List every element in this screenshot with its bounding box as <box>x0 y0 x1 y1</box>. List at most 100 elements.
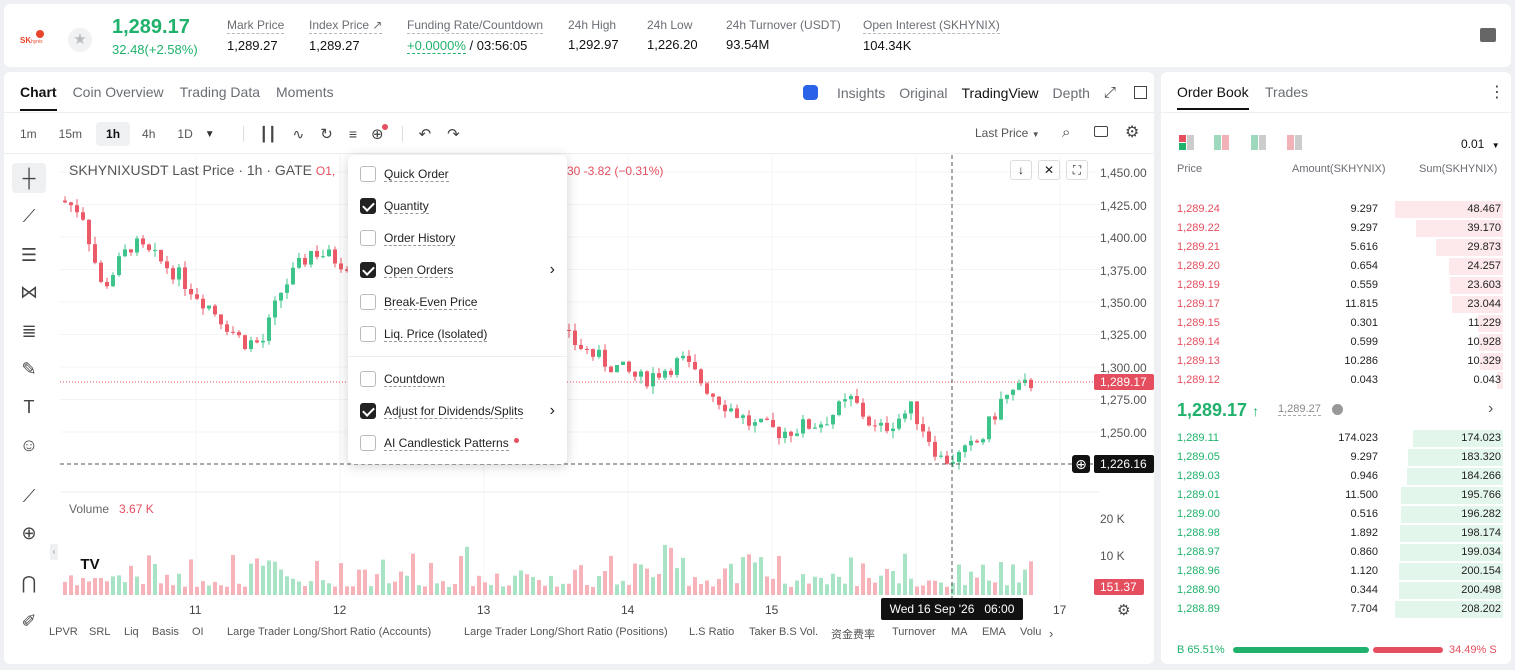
refresh-icon[interactable]: ↻ <box>320 125 333 143</box>
gear-icon[interactable]: ⚙ <box>1125 122 1139 142</box>
checkbox[interactable] <box>360 435 376 451</box>
chart-settings-icon[interactable]: ⚙ <box>1117 601 1130 619</box>
indicator-item[interactable]: Large Trader Long/Short Ratio (Positions… <box>464 626 668 638</box>
checkbox[interactable] <box>360 403 376 419</box>
window-icon[interactable] <box>1133 86 1147 99</box>
add-alert-icon[interactable]: ⊕ <box>1072 455 1090 473</box>
expand-icon[interactable]: ⤢ <box>1104 84 1116 101</box>
stat-mark-price[interactable]: Mark Price 1,289.27 <box>227 18 285 53</box>
indicator-item[interactable]: OI <box>192 626 204 638</box>
book-sell-icon[interactable] <box>1287 135 1303 150</box>
candlestick-chart[interactable] <box>60 155 1100 600</box>
stat-index-price[interactable]: Index Price ↗ 1,289.27 <box>309 18 383 53</box>
precision-select[interactable]: 0.01 ▼ <box>1461 137 1500 151</box>
orderbook-row[interactable]: 1,288.96 1.120 200.154 <box>1177 562 1503 581</box>
indicator-item[interactable]: L.S Ratio <box>689 626 734 638</box>
insights-button[interactable]: Insights <box>789 85 885 101</box>
crosshair-icon[interactable]: ┼ <box>12 163 46 193</box>
candle-type-icon[interactable]: ┃┃ <box>260 126 277 143</box>
orderbook-row[interactable]: 1,289.01 11.500 195.766 <box>1177 486 1503 505</box>
checkbox[interactable] <box>360 371 376 387</box>
indicator-item[interactable]: MA <box>951 626 968 638</box>
indicator-item[interactable]: LPVR <box>49 626 78 638</box>
fullscreen-icon[interactable]: ⛶ <box>1066 160 1088 180</box>
tab-trades[interactable]: Trades <box>1265 84 1308 100</box>
orderbook-row[interactable]: 1,289.05 9.297 183.320 <box>1177 448 1503 467</box>
tab-tradingview[interactable]: TradingView <box>962 85 1039 101</box>
favorite-star-icon[interactable]: ★ <box>68 28 92 52</box>
chevron-down-icon[interactable]: ▼ <box>205 129 215 140</box>
pencil-icon[interactable]: ✐ <box>12 606 46 636</box>
orderbook-row[interactable]: 1,288.97 0.860 199.034 <box>1177 543 1503 562</box>
menu-item[interactable]: Open Orders › <box>360 260 555 280</box>
menu-item[interactable]: Quantity <box>360 196 555 216</box>
trend-line-icon[interactable]: ⟋ <box>12 201 46 231</box>
scroll-down-icon[interactable]: ↓ <box>1010 160 1032 180</box>
checkbox[interactable] <box>360 166 376 182</box>
add-settings-icon[interactable]: ⊕ <box>371 124 388 143</box>
template-icon[interactable]: ≡ <box>349 126 357 142</box>
notebook-icon[interactable] <box>1480 28 1496 42</box>
brush-icon[interactable]: ✎ <box>12 354 46 384</box>
undo-icon[interactable]: ↶ <box>419 125 432 143</box>
collapse-icon[interactable]: ✕ <box>1038 160 1060 180</box>
orderbook-row[interactable]: 1,289.14 0.599 10.928 <box>1177 333 1503 352</box>
interval-15m[interactable]: 15m <box>51 122 90 146</box>
chevron-right-icon[interactable]: › <box>1488 400 1493 418</box>
orderbook-row[interactable]: 1,289.11 174.023 174.023 <box>1177 429 1503 448</box>
tab-trading-data[interactable]: Trading Data <box>180 84 260 100</box>
interval-1h[interactable]: 1h <box>96 122 131 146</box>
orderbook-row[interactable]: 1,289.21 5.616 29.873 <box>1177 238 1503 257</box>
redo-icon[interactable]: ↷ <box>447 125 460 143</box>
chevron-right-icon[interactable]: › <box>1049 626 1053 641</box>
fib-icon[interactable]: ≣ <box>12 316 46 346</box>
parallel-lines-icon[interactable]: ☰ <box>12 240 46 270</box>
orderbook-mark-price[interactable]: 1,289.27 <box>1278 403 1321 416</box>
menu-item[interactable]: Countdown <box>360 369 555 389</box>
indicator-item[interactable]: Taker B.S Vol. <box>749 626 818 638</box>
menu-item[interactable]: Liq. Price (Isolated) <box>360 324 555 344</box>
orderbook-row[interactable]: 1,289.19 0.559 23.603 <box>1177 276 1503 295</box>
indicator-item[interactable]: SRL <box>89 626 110 638</box>
stat-funding-rate[interactable]: Funding Rate/Countdown +0.0000% / 03:56:… <box>407 18 544 54</box>
indicator-item[interactable]: Basis <box>152 626 179 638</box>
indicator-item[interactable]: EMA <box>982 626 1006 638</box>
orderbook-row[interactable]: 1,288.90 0.344 200.498 <box>1177 581 1503 600</box>
ruler-icon[interactable]: ⟋ <box>12 481 46 511</box>
menu-item[interactable]: Adjust for Dividends/Splits › <box>360 401 555 421</box>
indicators-icon[interactable]: ∿ <box>293 126 305 143</box>
more-options-icon[interactable]: ⋮ <box>1489 82 1505 102</box>
tab-moments[interactable]: Moments <box>276 84 334 100</box>
tab-order-book[interactable]: Order Book <box>1177 84 1249 110</box>
price-type-select[interactable]: Last Price ▼ <box>975 126 1040 140</box>
menu-item[interactable]: Quick Order <box>360 164 555 184</box>
search-icon[interactable]: ⌕ <box>1062 124 1070 141</box>
tab-coin-overview[interactable]: Coin Overview <box>73 84 164 100</box>
checkbox[interactable] <box>360 326 376 342</box>
book-both-icon[interactable] <box>1179 135 1195 150</box>
orderbook-row[interactable]: 1,288.89 7.704 208.202 <box>1177 600 1503 619</box>
pattern-icon[interactable]: ⋈ <box>12 277 46 307</box>
tab-chart[interactable]: Chart <box>20 84 57 111</box>
orderbook-row[interactable]: 1,289.20 0.654 24.257 <box>1177 257 1503 276</box>
orderbook-row[interactable]: 1,289.24 9.297 48.467 <box>1177 200 1503 219</box>
emoji-icon[interactable]: ☺ <box>12 430 46 460</box>
indicator-item[interactable]: Volu <box>1020 626 1041 638</box>
checkbox[interactable] <box>360 198 376 214</box>
orderbook-row[interactable]: 1,289.17 11.815 23.044 <box>1177 295 1503 314</box>
menu-item[interactable]: Break-Even Price <box>360 292 555 312</box>
book-buy-icon[interactable] <box>1251 135 1267 150</box>
tab-depth[interactable]: Depth <box>1053 85 1090 101</box>
stat-open-interest[interactable]: Open Interest (SKHYNIX) 104.34K <box>863 18 1000 53</box>
indicator-item[interactable]: 资金费率 <box>831 626 875 642</box>
text-icon[interactable]: T <box>12 392 46 422</box>
indicator-item[interactable]: Large Trader Long/Short Ratio (Accounts) <box>227 626 431 638</box>
checkbox[interactable] <box>360 230 376 246</box>
camera-icon[interactable] <box>1094 126 1108 137</box>
indicator-item[interactable]: Liq <box>124 626 139 638</box>
collapse-toolbar-icon[interactable]: ‹ <box>50 544 58 560</box>
tab-original[interactable]: Original <box>899 85 947 101</box>
orderbook-row[interactable]: 1,289.00 0.516 196.282 <box>1177 505 1503 524</box>
book-bids-icon[interactable] <box>1214 135 1230 150</box>
interval-1d[interactable]: 1D <box>171 122 198 146</box>
